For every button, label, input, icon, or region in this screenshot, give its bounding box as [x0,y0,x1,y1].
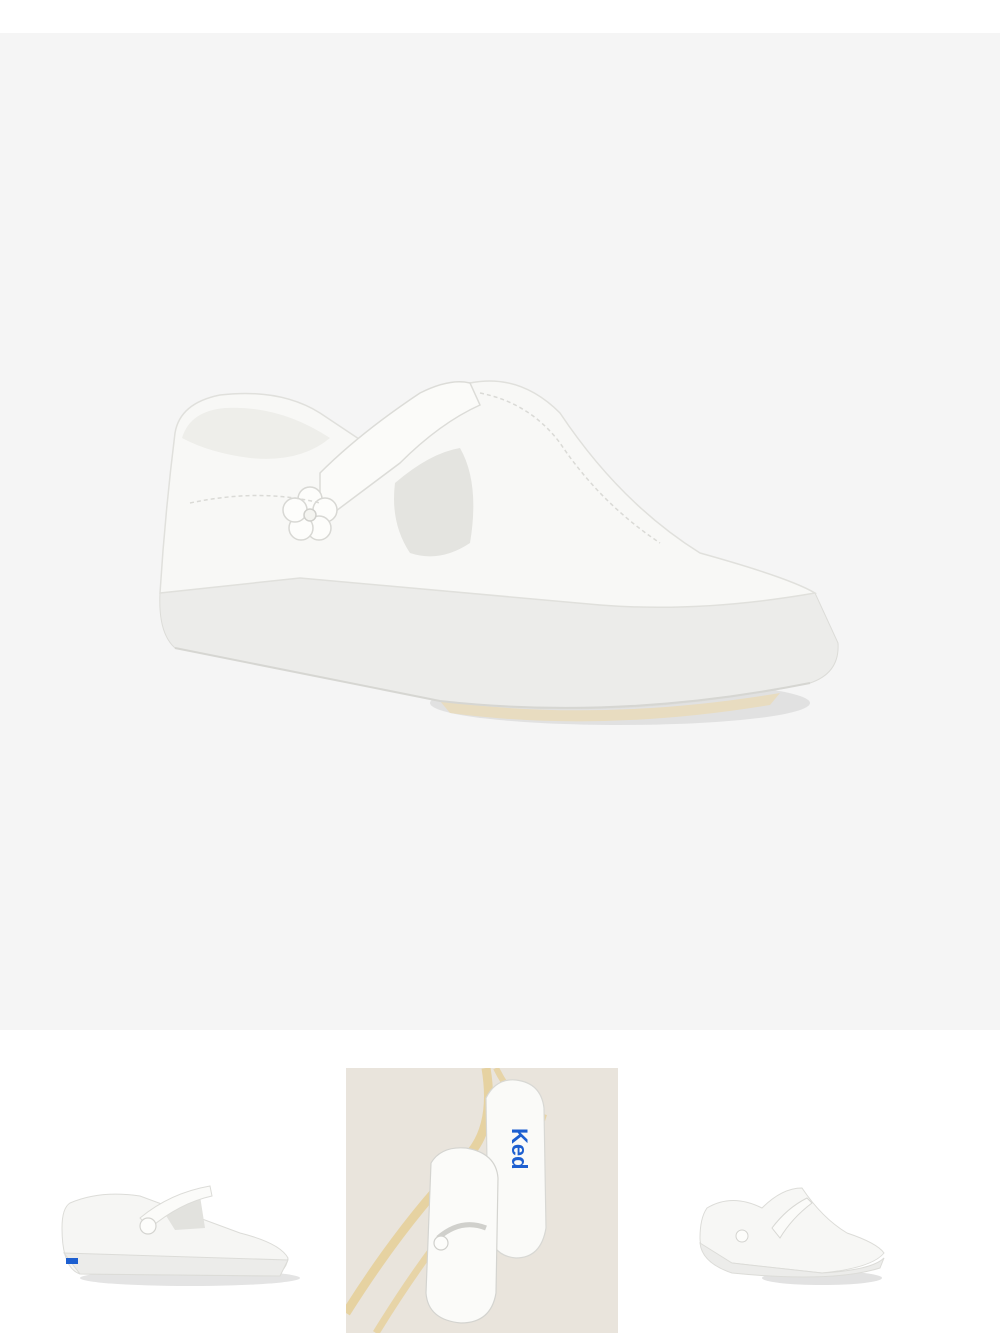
shoe-side-image [61,1185,300,1286]
brand-text: Ked [507,1128,532,1170]
product-gallery: Ked [0,0,1000,1333]
thumbnail-gift-pair[interactable]: Ked [346,1068,618,1333]
main-product-image[interactable] [0,33,1000,1030]
shoe-angle-image [699,1187,885,1285]
brand-label-icon [66,1258,78,1264]
thumbnail-side-view[interactable] [40,1068,312,1333]
thumbnail-angle-view[interactable] [672,1068,944,1333]
shoe-pair-image: Ked [346,1068,618,1333]
shoe-image [159,380,839,725]
thumbnail-strip: Ked [0,1030,1000,1333]
